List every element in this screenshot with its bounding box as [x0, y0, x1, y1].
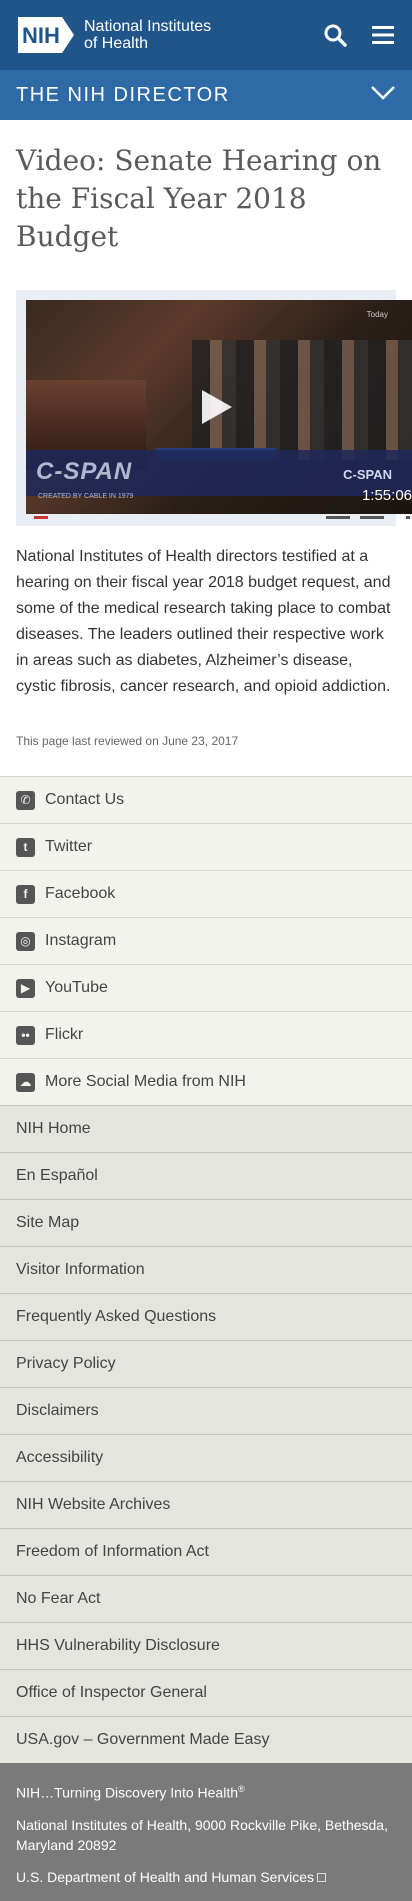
social-item-label: YouTube [45, 979, 108, 996]
section-title: THE NIH DIRECTOR [16, 83, 230, 106]
footer-link-frequently-asked-questions[interactable]: Frequently Asked Questions [0, 1293, 412, 1340]
footer-link-en-espa-ol[interactable]: En Español [0, 1152, 412, 1199]
logo-text: National Institutes of Health [84, 18, 211, 52]
youtube-icon: ▶ [16, 978, 35, 998]
twitter-icon: t [16, 837, 35, 857]
social-item-twitter[interactable]: t Twitter [0, 823, 412, 870]
phone-icon: ✆ [16, 790, 35, 810]
site-footer: NIH…Turning Discovery Into Health® Natio… [0, 1763, 412, 1901]
social-item-flickr[interactable]: •• Flickr [0, 1011, 412, 1058]
footer-link-accessibility[interactable]: Accessibility [0, 1434, 412, 1481]
social-item-contact-us[interactable]: ✆ Contact Us [0, 776, 412, 823]
page-title: Video: Senate Hearing on the Fiscal Year… [16, 144, 382, 253]
nih-logo[interactable]: NIH National Institutes of Health [16, 15, 211, 55]
social-item-youtube[interactable]: ▶ YouTube [0, 964, 412, 1011]
footer-tagline-text: NIH…Turning Discovery Into Health [16, 1784, 239, 1801]
header-actions [322, 22, 396, 48]
search-icon[interactable] [322, 22, 348, 48]
cspan-logo: C-SPAN [36, 458, 133, 485]
footer-link-office-of-inspector-general[interactable]: Office of Inspector General [0, 1669, 412, 1716]
footer-link-site-map[interactable]: Site Map [0, 1199, 412, 1246]
nih-logo-letters: NIH [22, 23, 60, 48]
footer-link-usa-gov-government-made-easy[interactable]: USA.gov – Government Made Easy [0, 1716, 412, 1763]
video-control-left[interactable] [34, 516, 48, 519]
section-nav-bar[interactable]: THE NIH DIRECTOR [0, 70, 412, 120]
hhs-link-label: U.S. Department of Health and Human Serv… [16, 1868, 315, 1885]
social-item-facebook[interactable]: f Facebook [0, 870, 412, 917]
nih-logo-mark: NIH [18, 17, 74, 53]
cspan-logo-sub: CREATED BY CABLE IN 1979 [38, 493, 134, 500]
instagram-icon: ◎ [16, 931, 35, 951]
logo-line2: of Health [84, 35, 149, 52]
play-icon[interactable] [202, 390, 232, 424]
social-links: ✆ Contact Us t Twitter f Facebook ◎ Instagram ▶ Y… [0, 776, 412, 1105]
footer-link-disclaimers[interactable]: Disclaimers [0, 1387, 412, 1434]
video-duration: 1:55:06 [361, 487, 412, 504]
footer-link-privacy-policy[interactable]: Privacy Policy [0, 1340, 412, 1387]
footer-link-nih-website-archives[interactable]: NIH Website Archives [0, 1481, 412, 1528]
registered-mark: ® [238, 1784, 245, 1794]
article-body: National Institutes of Health directors … [16, 548, 391, 695]
footer-link-no-fear-act[interactable]: No Fear Act [0, 1575, 412, 1622]
footer-link-hhs-vulnerability-disclosure[interactable]: HHS Vulnerability Disclosure [0, 1622, 412, 1669]
video-control-c[interactable] [406, 516, 410, 519]
chevron-down-icon[interactable] [370, 85, 396, 106]
social-item-label: Twitter [45, 838, 93, 855]
logo-line1: National Institutes [84, 18, 212, 35]
video-today-label: Today [366, 310, 388, 319]
social-item-label: Instagram [45, 932, 117, 949]
footer-link-visitor-information[interactable]: Visitor Information [0, 1246, 412, 1293]
hamburger-menu-icon[interactable] [370, 22, 396, 48]
video-control-b[interactable] [360, 516, 384, 519]
footer-link-freedom-of-information-act[interactable]: Freedom of Information Act [0, 1528, 412, 1575]
social-item-label: Flickr [45, 1026, 84, 1043]
external-link-icon [317, 1873, 327, 1883]
site-header: NIH National Institutes of Health [0, 0, 412, 70]
social-item-more-social-media-from-nih[interactable]: ☁ More Social Media from NIH [0, 1058, 412, 1105]
social-item-label: Facebook [45, 885, 116, 902]
last-reviewed: This page last reviewed on June 23, 2017 [16, 734, 239, 748]
footer-tagline[interactable]: NIH…Turning Discovery Into Health® [16, 1779, 396, 1803]
social-item-instagram[interactable]: ◎ Instagram [0, 917, 412, 964]
video-control-a[interactable] [326, 516, 350, 519]
video-embed[interactable]: Today C-SPAN CREATED BY CABLE IN 1979 C-… [16, 290, 412, 526]
flickr-icon: •• [16, 1025, 35, 1045]
facebook-icon: f [16, 884, 35, 904]
footer-link-nih-home[interactable]: NIH Home [0, 1105, 412, 1152]
social-media-icon: ☁ [16, 1072, 35, 1092]
social-item-label: Contact Us [45, 791, 125, 808]
hhs-link[interactable]: U.S. Department of Health and Human Serv… [16, 1867, 396, 1887]
social-item-label: More Social Media from NIH [45, 1073, 246, 1090]
footer-address: National Institutes of Health, 9000 Rock… [16, 1816, 388, 1853]
main-content: Video: Senate Hearing on the Fiscal Year… [0, 120, 412, 776]
cspan-corner-logo: C-SPAN [343, 467, 392, 482]
video-controls[interactable] [26, 516, 412, 522]
footer-nav: NIH Home En Español Site Map Visitor Inform… [0, 1105, 412, 1763]
video-player[interactable]: Today C-SPAN CREATED BY CABLE IN 1979 C-… [26, 300, 412, 514]
